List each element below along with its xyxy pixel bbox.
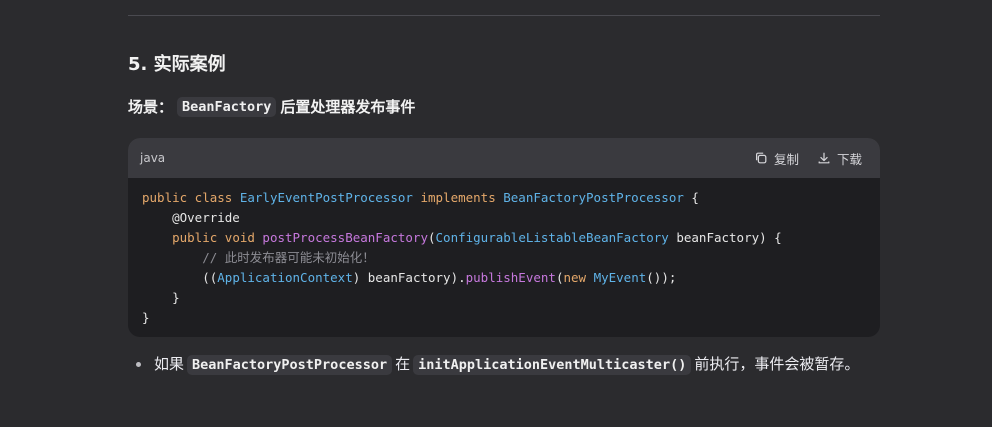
inline-code-processor: BeanFactoryPostProcessor bbox=[187, 355, 393, 375]
bullet-item: 如果 BeanFactoryPostProcessor 在 initApplicati… bbox=[136, 350, 876, 379]
code-header: java 复制 下载 bbox=[128, 138, 880, 178]
bullet-middle: 在 bbox=[395, 355, 411, 373]
section-divider bbox=[128, 15, 880, 16]
bullet-suffix: 前执行，事件会被暂存。 bbox=[694, 355, 860, 373]
bullet-prefix: 如果 bbox=[154, 355, 185, 373]
download-button[interactable]: 下载 bbox=[817, 149, 862, 168]
code-line-1: public class EarlyEventPostProcessor imp… bbox=[142, 190, 699, 205]
inline-code-init-multicaster: initApplicationEventMulticaster() bbox=[413, 355, 692, 375]
code-actions: 复制 下载 bbox=[754, 149, 862, 168]
code-line-2: @Override bbox=[142, 210, 240, 225]
code-content: public class EarlyEventPostProcessor imp… bbox=[128, 178, 880, 328]
bullet-text: 如果 BeanFactoryPostProcessor 在 initApplicati… bbox=[136, 350, 876, 379]
copy-button[interactable]: 复制 bbox=[754, 149, 799, 168]
copy-icon bbox=[755, 152, 767, 164]
scenario-suffix: 后置处理器发布事件 bbox=[280, 98, 416, 116]
scenario-heading: 场景： BeanFactory 后置处理器发布事件 bbox=[128, 96, 415, 117]
code-language-label: java bbox=[140, 151, 166, 165]
download-label: 下载 bbox=[836, 151, 862, 167]
code-line-6: } bbox=[142, 290, 180, 305]
bullet-dot bbox=[136, 362, 141, 367]
scenario-prefix: 场景： bbox=[128, 98, 174, 116]
inline-code-beanfactory: BeanFactory bbox=[177, 96, 277, 117]
copy-label: 复制 bbox=[773, 151, 799, 167]
code-line-7: } bbox=[142, 310, 150, 325]
code-line-5: ((ApplicationContext) beanFactory).publi… bbox=[142, 270, 677, 285]
section-title: 5. 实际案例 bbox=[128, 54, 226, 75]
code-line-4-comment: // 此时发布器可能未初始化！ bbox=[142, 250, 375, 265]
code-line-3: public void postProcessBeanFactory(Confi… bbox=[172, 230, 782, 245]
code-block: java 复制 下载 public class EarlyEventPostPr… bbox=[128, 138, 880, 337]
download-icon bbox=[818, 152, 830, 164]
